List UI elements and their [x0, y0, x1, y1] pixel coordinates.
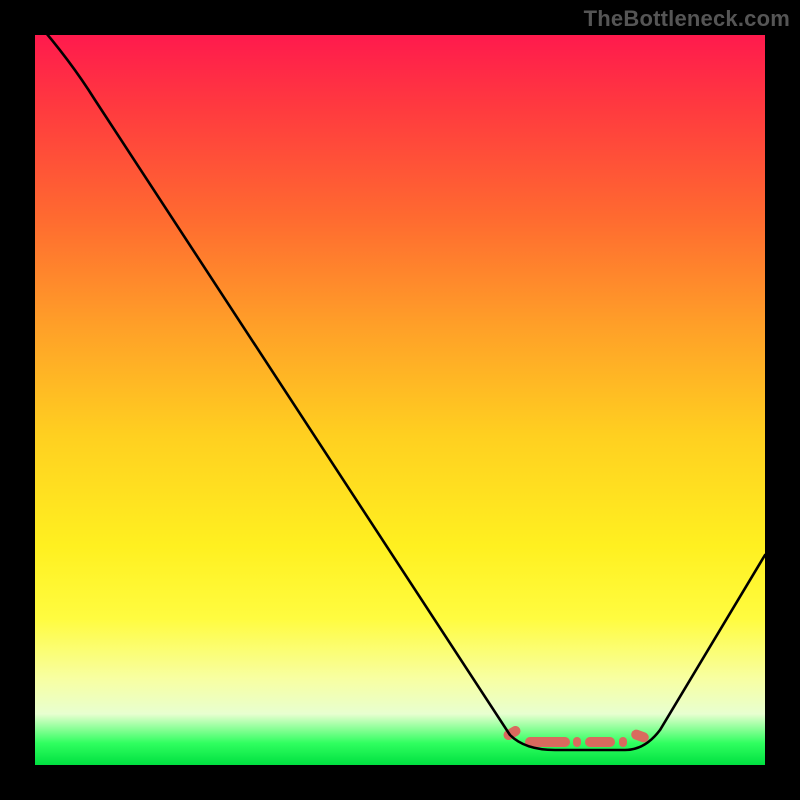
bottleneck-curve	[35, 35, 765, 765]
plot-area	[35, 35, 765, 765]
chart-frame: TheBottleneck.com	[0, 0, 800, 800]
curve-path	[35, 20, 765, 750]
watermark-text: TheBottleneck.com	[584, 6, 790, 32]
